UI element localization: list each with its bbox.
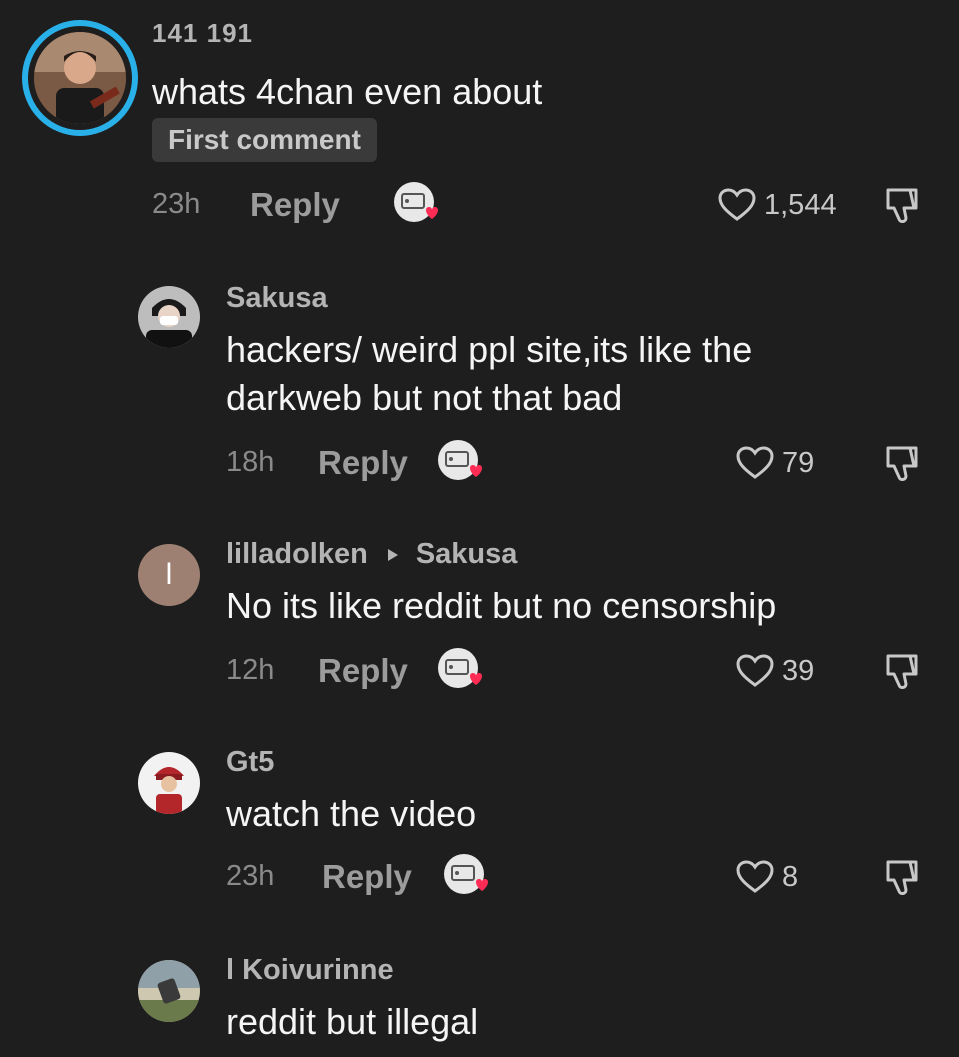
comment-username[interactable]: lilladolken: [226, 538, 368, 571]
heart-outline-icon: [736, 446, 774, 479]
comments-panel: 141 191 whats 4chan even about First com…: [0, 0, 959, 1057]
creator-liked-icon: [436, 438, 488, 484]
dislike-icon: [886, 446, 918, 481]
like-button[interactable]: 8: [736, 860, 798, 894]
comment-text: watch the video: [226, 793, 477, 834]
comment-username-row: lilladolken Sakusa: [226, 538, 517, 571]
like-count: 79: [782, 446, 815, 479]
reply-to-username[interactable]: Sakusa: [416, 538, 518, 571]
heart-outline-icon: [736, 654, 774, 687]
dislike-button[interactable]: [882, 186, 924, 226]
comment-username[interactable]: 141 191: [152, 18, 253, 49]
like-button[interactable]: 39: [736, 654, 814, 688]
avatar-image: [138, 960, 200, 1022]
dislike-icon: [886, 654, 918, 689]
avatar-initial: l: [165, 558, 173, 591]
comment-text: No its like reddit but no censorship: [226, 585, 777, 626]
commenter-avatar[interactable]: [138, 752, 200, 814]
avatar-image: [138, 752, 200, 814]
like-count: 8: [782, 860, 799, 893]
heart-outline-icon: [718, 188, 756, 221]
creator-liked-icon: [442, 852, 494, 898]
commenter-avatar[interactable]: [138, 286, 200, 348]
comment-time: 18h: [226, 446, 275, 478]
comment-username[interactable]: l Koivurinne: [226, 954, 394, 987]
dislike-button[interactable]: [882, 652, 924, 692]
comment-text: reddit but illegal: [226, 1001, 479, 1042]
comment-time: 12h: [226, 654, 275, 686]
comment-time: 23h: [152, 188, 201, 220]
comment-username[interactable]: Gt5: [226, 746, 274, 779]
creator-liked-icon: [436, 646, 488, 692]
commenter-avatar[interactable]: [138, 960, 200, 1022]
first-comment-badge: First comment: [152, 118, 377, 162]
comment-username[interactable]: Sakusa: [226, 282, 328, 315]
like-count: 39: [782, 654, 815, 687]
creator-liked-icon: [392, 180, 444, 226]
comment-time: 23h: [226, 860, 275, 892]
reply-button[interactable]: Reply: [322, 858, 412, 896]
like-button[interactable]: 1,544: [718, 188, 837, 222]
like-count: 1,544: [764, 188, 837, 221]
comment-text-line: hackers/ weird ppl site,its like the: [226, 329, 753, 370]
heart-outline-icon: [736, 860, 774, 893]
dislike-button[interactable]: [882, 858, 924, 898]
reply-button[interactable]: Reply: [318, 652, 408, 690]
comment-text: whats 4chan even about: [152, 71, 543, 112]
avatar-image: [34, 32, 126, 124]
dislike-icon: [886, 860, 918, 895]
username-text: 141 191: [152, 18, 253, 48]
comment-text-line: darkweb but not that bad: [226, 377, 623, 418]
commenter-avatar[interactable]: l: [138, 544, 200, 606]
commenter-avatar[interactable]: [34, 32, 126, 124]
reply-to-arrow-icon: [387, 548, 398, 561]
reply-button[interactable]: Reply: [318, 444, 408, 482]
dislike-button[interactable]: [882, 444, 924, 484]
like-button[interactable]: 79: [736, 446, 814, 480]
dislike-icon: [886, 188, 918, 223]
avatar-image: [138, 286, 200, 348]
reply-button[interactable]: Reply: [250, 186, 340, 224]
